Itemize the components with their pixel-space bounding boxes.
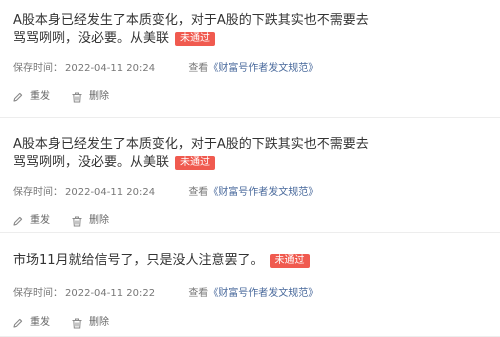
status-badge: 未通过 xyxy=(175,32,216,46)
rules-link[interactable]: 《财富号作者发文规范》 xyxy=(208,187,318,198)
rules-link[interactable]: 《财富号作者发文规范》 xyxy=(208,288,318,299)
post-title[interactable]: 市场11月就给信号了，只是没人注意罢了。 xyxy=(13,253,264,268)
pencil-icon xyxy=(13,216,23,226)
draft-list: A股本身已经发生了本质变化，对于A股的下跌其实也不需要去骂骂咧咧，没必要。从美联… xyxy=(0,0,500,337)
post-meta: 保存时间： 2022-04-11 20:22 查看《财富号作者发文规范》 xyxy=(13,287,500,301)
save-time-label: 保存时间： xyxy=(13,63,63,74)
resend-button[interactable]: 重发 xyxy=(13,214,50,228)
view-prefix: 查看 xyxy=(188,187,209,198)
save-time-label: 保存时间： xyxy=(13,288,63,299)
post-title-line: A股本身已经发生了本质变化，对于A股的下跌其实也不需要去骂骂咧咧，没必要。从美联… xyxy=(13,136,373,172)
post-actions: 重发 删除 xyxy=(13,316,500,330)
post-item: 市场11月就给信号了，只是没人注意罢了。 未通过 保存时间： 2022-04-11 … xyxy=(0,233,500,337)
resend-label: 重发 xyxy=(30,317,50,328)
save-time-label: 保存时间： xyxy=(13,187,63,198)
status-badge: 未通过 xyxy=(175,156,216,170)
post-title-line: 市场11月就给信号了，只是没人注意罢了。 未通过 xyxy=(13,252,373,270)
post-actions: 重发 删除 xyxy=(13,90,500,104)
resend-button[interactable]: 重发 xyxy=(13,316,50,330)
post-actions: 重发 删除 xyxy=(13,214,500,228)
post-meta: 保存时间： 2022-04-11 20:24 查看《财富号作者发文规范》 xyxy=(13,62,500,76)
rules-link[interactable]: 《财富号作者发文规范》 xyxy=(208,63,318,74)
delete-label: 删除 xyxy=(89,317,109,328)
delete-button[interactable]: 删除 xyxy=(72,316,109,330)
delete-label: 删除 xyxy=(89,91,109,102)
save-time: 2022-04-11 20:24 xyxy=(65,187,156,198)
pencil-icon xyxy=(13,92,23,102)
trash-icon xyxy=(72,92,82,102)
post-meta: 保存时间： 2022-04-11 20:24 查看《财富号作者发文规范》 xyxy=(13,186,500,200)
save-time: 2022-04-11 20:22 xyxy=(65,288,156,299)
resend-label: 重发 xyxy=(30,215,50,226)
status-badge: 未通过 xyxy=(269,254,310,268)
resend-label: 重发 xyxy=(30,91,50,102)
post-title-line: A股本身已经发生了本质变化，对于A股的下跌其实也不需要去骂骂咧咧，没必要。从美联… xyxy=(13,12,373,48)
trash-icon xyxy=(72,318,82,328)
delete-button[interactable]: 删除 xyxy=(72,90,109,104)
save-time: 2022-04-11 20:24 xyxy=(65,63,156,74)
resend-button[interactable]: 重发 xyxy=(13,90,50,104)
view-prefix: 查看 xyxy=(188,288,209,299)
pencil-icon xyxy=(13,318,23,328)
view-prefix: 查看 xyxy=(188,63,209,74)
trash-icon xyxy=(72,216,82,226)
post-item: A股本身已经发生了本质变化，对于A股的下跌其实也不需要去骂骂咧咧，没必要。从美联… xyxy=(0,118,500,233)
delete-label: 删除 xyxy=(89,215,109,226)
post-item: A股本身已经发生了本质变化，对于A股的下跌其实也不需要去骂骂咧咧，没必要。从美联… xyxy=(0,0,500,118)
delete-button[interactable]: 删除 xyxy=(72,214,109,228)
